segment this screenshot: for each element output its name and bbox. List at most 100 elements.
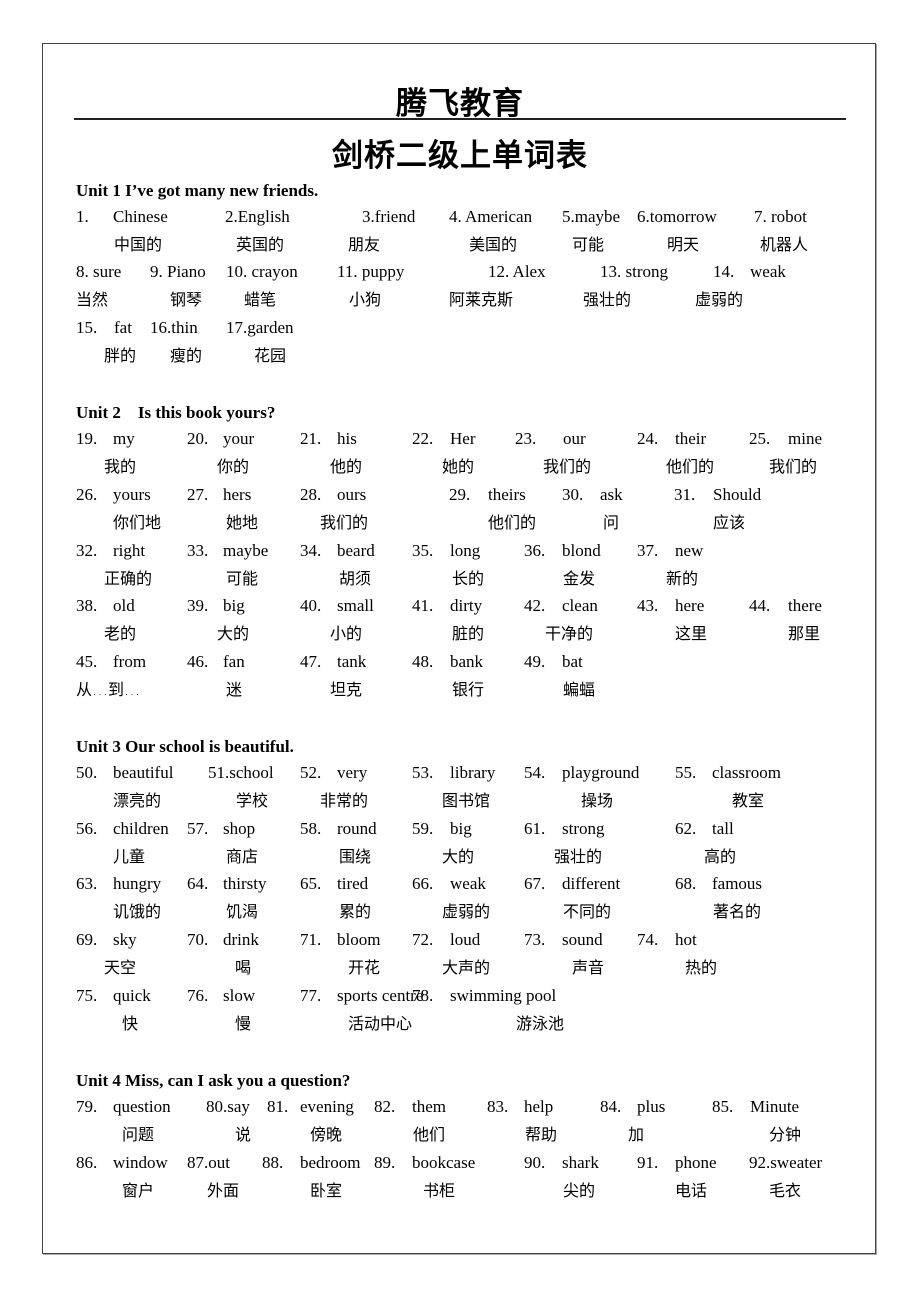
vocab-english: weak [750, 262, 786, 281]
vocab-chinese: 新的 [666, 569, 699, 588]
vocab-chinese: 活动中心 [348, 1014, 413, 1033]
vocab-english: clean [562, 596, 598, 615]
vocab-chinese: 强壮的 [583, 290, 632, 309]
vocab-number: 91. [637, 1153, 659, 1172]
vocab-english: Minute [750, 1097, 800, 1116]
vocab-word: 9. Piano [150, 262, 206, 281]
vocab-word: 48. bank [412, 652, 483, 672]
vocab-word: 69. sky [76, 930, 137, 950]
vocab-number: 21. [300, 429, 322, 448]
vocab-chinese: 书柜 [423, 1181, 456, 1200]
vocab-chinese: 虚弱的 [442, 902, 491, 921]
vocab-english: his [337, 429, 357, 448]
vocab-word: 76. slow [187, 986, 255, 1006]
vocab-word: 56. children [76, 819, 169, 839]
vocab-english: dirty [450, 596, 483, 615]
vocab-word: 52. very [300, 763, 367, 783]
vocab-chinese: 英国的 [236, 235, 285, 254]
vocab-number: 52. [300, 763, 322, 782]
vocab-chinese: 我们的 [769, 457, 818, 476]
vocab-chinese: 说 [235, 1125, 252, 1144]
vocab-word: 6.tomorrow [637, 207, 717, 226]
vocab-number: 27. [187, 485, 209, 504]
vocab-chinese: 大声的 [442, 958, 491, 977]
vocab-word: 45. from [76, 652, 146, 672]
vocab-word: 92.sweater [749, 1153, 823, 1172]
vocab-number: 49. [524, 652, 546, 671]
vocab-english: very [337, 763, 368, 782]
vocab-chinese: 开花 [348, 958, 381, 977]
vocab-english: yours [113, 485, 151, 504]
vocab-english: Her [450, 429, 476, 448]
vocab-chinese: 图书馆 [442, 791, 491, 810]
vocab-number: 70. [187, 930, 209, 949]
vocab-chinese: 这里 [675, 624, 708, 643]
vocab-english: there [788, 596, 822, 615]
vocab-number: 36. [524, 541, 546, 560]
vocab-word: 62. tall [675, 819, 734, 839]
vocab-chinese: 明天 [667, 235, 700, 254]
vocab-chinese: 虚弱的 [695, 290, 744, 309]
vocab-english: slow [223, 986, 256, 1005]
vocab-word: 31. Should [674, 485, 761, 505]
vocab-number: 83. [487, 1097, 509, 1116]
vocab-english: sound [562, 930, 603, 949]
document-title: 剑桥二级上单词表 [332, 138, 588, 174]
vocab-word: 32. right [76, 541, 145, 561]
vocab-word: 66. weak [412, 874, 486, 894]
vocab-number: 67. [524, 874, 546, 893]
vocab-english: thirsty [223, 874, 267, 893]
vocab-chinese: 朋友 [348, 235, 381, 254]
vocab-chinese: 他们的 [488, 513, 537, 532]
vocab-word: 71. bloom [300, 930, 380, 950]
vocab-word: 78. swimming pool [412, 986, 556, 1006]
vocab-english: window [113, 1153, 168, 1172]
vocab-english: Chinese [113, 207, 168, 226]
unit-heading: Unit 1 I’ve got many new friends. [76, 181, 319, 200]
unit-heading: Unit 2 Is this book yours? [76, 403, 276, 422]
vocab-chinese: 他们的 [666, 457, 715, 476]
vocab-word: 25. mine [749, 429, 822, 449]
vocab-chinese: 儿童 [113, 847, 146, 866]
vocab-number: 73. [524, 930, 546, 949]
vocab-word: 87.out [187, 1153, 230, 1172]
vocab-chinese: 慢 [235, 1014, 252, 1033]
vocab-word: 12. Alex [488, 262, 546, 281]
vocab-chinese: 讥饿的 [113, 902, 162, 921]
vocab-number: 34. [300, 541, 322, 560]
vocab-word: 84. plus [600, 1097, 665, 1117]
vocab-number: 77. [300, 986, 322, 1005]
vocab-chinese: 强壮的 [554, 847, 603, 866]
vocab-number: 54. [524, 763, 546, 782]
vocab-word: 75. quick [76, 986, 151, 1006]
vocab-english: fan [223, 652, 245, 671]
vocab-english: bloom [337, 930, 381, 949]
vocab-chinese: 尖的 [563, 1181, 596, 1200]
vocab-word: 10. crayon [226, 262, 298, 281]
vocab-chinese: 小的 [330, 624, 363, 643]
vocab-word: 38. old [76, 596, 135, 616]
vocab-word: 37. new [637, 541, 703, 561]
vocab-number: 47. [300, 652, 322, 671]
vocab-chinese: 老的 [104, 624, 137, 643]
vocab-chinese: 加 [628, 1125, 645, 1144]
vocab-chinese: 金发 [563, 569, 596, 588]
vocab-chinese: 迷 [226, 680, 243, 699]
vocab-number: 26. [76, 485, 98, 504]
vocab-chinese: 我们的 [320, 513, 369, 532]
vocab-number: 33. [187, 541, 209, 560]
vocab-chinese: 可能 [226, 569, 259, 588]
vocab-english: hers [223, 485, 252, 504]
vocab-chinese: 那里 [788, 624, 821, 643]
vocab-number: 75. [76, 986, 98, 1005]
vocab-chinese: 喝 [235, 958, 252, 977]
vocab-number: 79. [76, 1097, 98, 1116]
vocab-english: different [562, 874, 621, 893]
vocab-chinese: 胡须 [339, 569, 372, 588]
vocab-english: our [563, 429, 586, 448]
vocab-chinese: 你的 [217, 457, 250, 476]
vocab-word: 20. your [187, 429, 254, 449]
vocab-number: 56. [76, 819, 98, 838]
vocab-number: 82. [374, 1097, 396, 1116]
vocab-english: tall [712, 819, 734, 838]
